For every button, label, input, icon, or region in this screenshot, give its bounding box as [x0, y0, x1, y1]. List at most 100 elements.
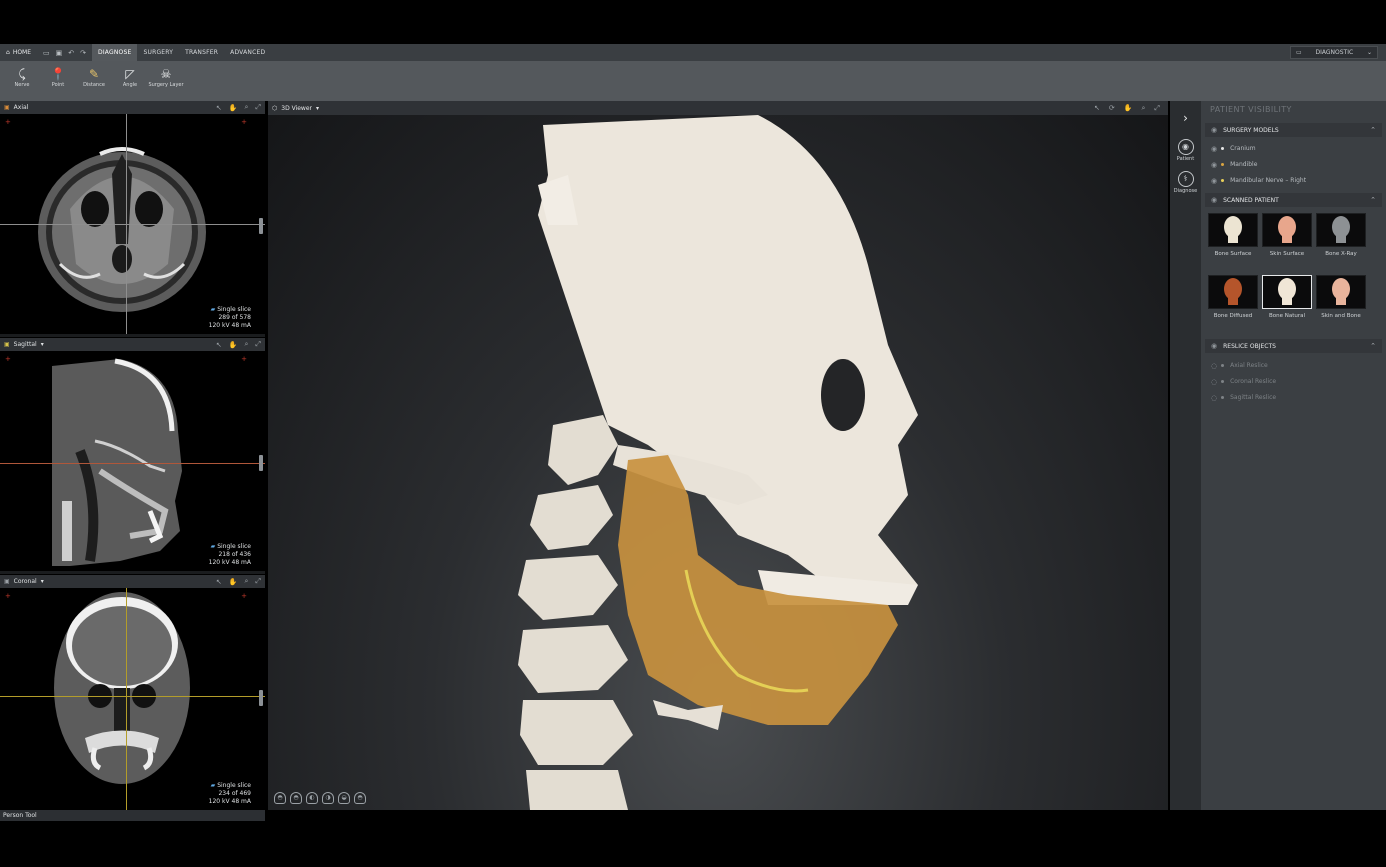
chevron-down-icon[interactable]: ▾ [41, 578, 44, 585]
save-icon[interactable]: ▣ [56, 49, 63, 57]
render-mode-bone-xray[interactable]: Bone X-Ray [1316, 213, 1366, 257]
chevron-right-icon[interactable]: › [1170, 111, 1201, 125]
skull-icon: ☠ [160, 67, 172, 81]
list-item-coronal-reslice[interactable]: ◌ Coronal Reslice [1205, 374, 1382, 389]
eye-icon[interactable]: ◌ [1211, 378, 1217, 386]
distance-tool-button[interactable]: ✎ Distance [76, 61, 112, 101]
scanned-patient-section-header[interactable]: ◉ SCANNED PATIENT ⌃ [1205, 193, 1382, 207]
tab-advanced[interactable]: ADVANCED [224, 44, 271, 61]
nerve-tool-label: Nerve [14, 82, 30, 88]
3d-skull-model [518, 115, 918, 810]
list-item-cranium[interactable]: ◉ Cranium [1205, 141, 1382, 156]
render-mode-bone-diffused[interactable]: Bone Diffused [1208, 275, 1258, 319]
pointer-icon[interactable]: ↖ [216, 578, 222, 586]
angle-tool-label: Angle [122, 82, 138, 88]
rotate-icon[interactable]: ⟳ [1109, 104, 1115, 112]
distance-icon: ✎ [88, 67, 100, 81]
sagittal-slice-scrollbar[interactable] [259, 455, 263, 471]
pointer-icon[interactable]: ↖ [216, 104, 222, 112]
maximize-icon[interactable]: ⤢ [255, 577, 261, 586]
3d-viewer-canvas[interactable]: ◓ ◓ ◐ ◑ ◒ ◓ [268, 115, 1168, 810]
mode-dropdown[interactable]: ▭ DIAGNOSTIC ⌄ [1290, 46, 1378, 59]
view-back-icon[interactable]: ◓ [290, 792, 302, 804]
coronal-slice-view[interactable]: + + ▰ Single slice 234 of 469 120 kV 48 … [0, 588, 265, 810]
chevron-down-icon[interactable]: ▾ [316, 105, 319, 112]
sagittal-slice-view[interactable]: + + ▰ Single slice 218 of 436 120 kV 48 … [0, 351, 265, 571]
view-right-icon[interactable]: ◑ [322, 792, 334, 804]
diagnose-panel-button[interactable]: ⚕ Diagnose [1170, 171, 1201, 194]
list-item-mandibular-nerve[interactable]: ◉ Mandibular Nerve – Right [1205, 173, 1382, 188]
axial-crosshair-horizontal[interactable] [0, 224, 265, 225]
view-front-icon[interactable]: ◓ [274, 792, 286, 804]
zoom-icon[interactable]: ⌕ [244, 103, 248, 112]
eye-icon[interactable]: ◌ [1211, 362, 1217, 370]
chevron-up-icon[interactable]: ⌃ [1370, 196, 1376, 204]
zoom-icon[interactable]: ⌕ [1141, 104, 1145, 113]
maximize-icon[interactable]: ⤢ [255, 340, 261, 349]
sagittal-orientation-marker-right: + [241, 355, 247, 363]
nerve-tool-button[interactable]: ⤹ Nerve [4, 61, 40, 101]
pointer-icon[interactable]: ↖ [216, 341, 222, 349]
eye-icon[interactable]: ◉ [1211, 177, 1217, 185]
point-tool-button[interactable]: 📍 Point [40, 61, 76, 101]
coronal-slice-scrollbar[interactable] [259, 690, 263, 706]
redo-icon[interactable]: ↷ [80, 49, 86, 57]
angle-tool-button[interactable]: ◸ Angle [112, 61, 148, 101]
pan-hand-icon[interactable]: ✋ [229, 104, 238, 112]
undo-icon[interactable]: ↶ [68, 49, 74, 57]
list-item-mandible[interactable]: ◉ Mandible [1205, 157, 1382, 172]
eye-icon[interactable]: ◉ [1211, 126, 1217, 134]
axial-slice-view[interactable]: + + ▰ Single slice 289 of 578 120 kV 48 … [0, 114, 265, 334]
chevron-down-icon[interactable]: ▾ [41, 341, 44, 348]
reslice-objects-section-header[interactable]: ◉ RESLICE OBJECTS ⌃ [1205, 339, 1382, 353]
open-folder-icon[interactable]: ▭ [43, 49, 50, 57]
surgery-models-section-header[interactable]: ◉ SURGERY MODELS ⌃ [1205, 123, 1382, 137]
eye-icon[interactable]: ◉ [1211, 161, 1217, 169]
chevron-up-icon[interactable]: ⌃ [1370, 126, 1376, 134]
mode-label: DIAGNOSTIC [1315, 49, 1354, 56]
coronal-view-icon: ▣ [4, 578, 10, 585]
render-mode-skin-surface[interactable]: Skin Surface [1262, 213, 1312, 257]
coronal-crosshair-horizontal[interactable] [0, 696, 265, 697]
tab-surgery[interactable]: SURGERY [137, 44, 179, 61]
render-mode-skin-and-bone[interactable]: Skin and Bone [1316, 275, 1366, 319]
chevron-up-icon[interactable]: ⌃ [1370, 342, 1376, 350]
head-thumbnail [1332, 216, 1350, 243]
eye-icon[interactable]: ◌ [1211, 394, 1217, 402]
patient-panel-button[interactable]: ◉ Patient [1170, 139, 1201, 162]
eye-icon[interactable]: ◉ [1211, 196, 1217, 204]
tab-diagnose[interactable]: DIAGNOSE [92, 44, 138, 61]
panel-title: PATIENT VISIBILITY [1210, 105, 1292, 114]
tab-transfer[interactable]: TRANSFER [179, 44, 224, 61]
color-swatch [1221, 364, 1225, 367]
list-item-sagittal-reslice[interactable]: ◌ Sagittal Reslice [1205, 390, 1382, 405]
zoom-icon[interactable]: ⌕ [244, 340, 248, 349]
home-button[interactable]: ⌂ HOME [0, 44, 37, 61]
view-top-icon[interactable]: ◒ [338, 792, 350, 804]
pan-hand-icon[interactable]: ✋ [229, 578, 238, 586]
axial-crosshair-vertical[interactable] [126, 114, 127, 334]
head-thumbnail [1278, 216, 1296, 243]
sagittal-crosshair-horizontal[interactable] [0, 463, 265, 464]
pane-divider[interactable] [0, 334, 265, 337]
view-left-icon[interactable]: ◐ [306, 792, 318, 804]
maximize-icon[interactable]: ⤢ [255, 103, 261, 112]
pan-hand-icon[interactable]: ✋ [229, 341, 238, 349]
list-item-axial-reslice[interactable]: ◌ Axial Reslice [1205, 358, 1382, 373]
axial-slice-scrollbar[interactable] [259, 218, 263, 234]
pointer-icon[interactable]: ↖ [1094, 104, 1100, 112]
maximize-icon[interactable]: ⤢ [1154, 104, 1160, 113]
render-mode-bone-natural[interactable]: Bone Natural [1262, 275, 1312, 319]
pan-hand-icon[interactable]: ✋ [1124, 104, 1133, 112]
pane-divider[interactable] [0, 571, 265, 574]
eye-icon[interactable]: ◉ [1211, 342, 1217, 350]
eye-icon[interactable]: ◉ [1211, 145, 1217, 153]
surgery-layer-button[interactable]: ☠ Surgery Layer [148, 61, 184, 101]
render-mode-bone-surface[interactable]: Bone Surface [1208, 213, 1258, 257]
menu-bar: ⌂ HOME ▭ ▣ ↶ ↷ DIAGNOSE SURGERY TRANSFER… [0, 44, 1386, 61]
zoom-icon[interactable]: ⌕ [244, 577, 248, 586]
panel-switcher: › ◉ Patient ⚕ Diagnose [1170, 101, 1201, 810]
view-bottom-icon[interactable]: ◓ [354, 792, 366, 804]
coronal-crosshair-vertical[interactable] [126, 588, 127, 810]
coronal-orientation-marker-left: + [5, 592, 11, 600]
